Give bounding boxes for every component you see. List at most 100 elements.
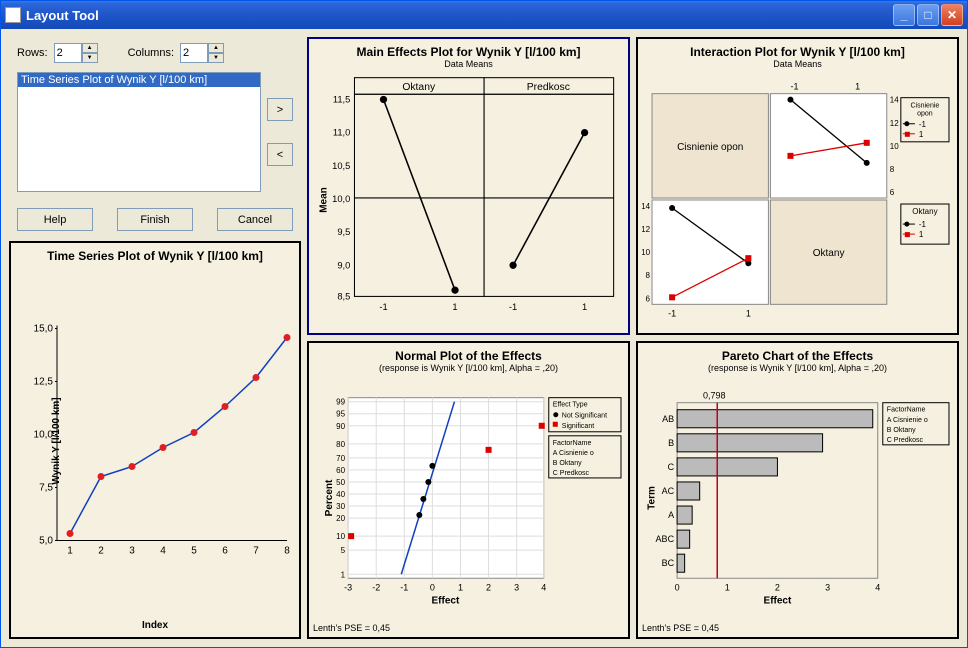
svg-text:C: C xyxy=(668,462,675,472)
svg-text:12: 12 xyxy=(890,119,899,128)
move-left-button[interactable]: < xyxy=(267,143,293,166)
pareto-chart[interactable]: Pareto Chart of the Effects (response is… xyxy=(636,341,959,639)
finish-button[interactable]: Finish xyxy=(117,208,193,231)
columns-control: Columns: ▲ ▼ xyxy=(128,43,224,63)
help-button[interactable]: Help xyxy=(17,208,93,231)
interaction-chart[interactable]: Interaction Plot for Wynik Y [l/100 km] … xyxy=(636,37,959,335)
window-title: Layout Tool xyxy=(26,8,99,23)
minimize-button[interactable]: _ xyxy=(893,4,915,26)
rows-control: Rows: ▲ ▼ xyxy=(17,43,98,63)
move-right-button[interactable]: > xyxy=(267,98,293,121)
svg-text:FactorName: FactorName xyxy=(887,407,926,414)
rows-label: Rows: xyxy=(17,47,48,59)
svg-text:B Oktany: B Oktany xyxy=(553,460,582,467)
svg-text:10: 10 xyxy=(336,532,345,541)
action-buttons: Help Finish Cancel xyxy=(9,198,301,235)
svg-text:AB: AB xyxy=(662,414,674,424)
svg-text:Effect Type: Effect Type xyxy=(553,402,588,409)
y-axis-label: Wynik Y [l/100 km] xyxy=(51,397,62,484)
cancel-button[interactable]: Cancel xyxy=(217,208,293,231)
svg-text:10,5: 10,5 xyxy=(332,161,350,171)
chart-footnote: Lenth's PSE = 0,45 xyxy=(642,621,953,633)
client-area: Rows: ▲ ▼ Columns: ▲ xyxy=(1,29,967,647)
chart-subtitle: Data Means xyxy=(313,59,624,69)
svg-text:BC: BC xyxy=(662,558,675,568)
svg-text:1: 1 xyxy=(919,130,924,139)
svg-text:99: 99 xyxy=(336,398,345,407)
list-item[interactable]: Time Series Plot of Wynik Y [l/100 km] xyxy=(18,73,260,87)
svg-text:A: A xyxy=(668,510,674,520)
svg-text:Effect: Effect xyxy=(764,595,792,606)
svg-text:Cisnienie: Cisnienie xyxy=(910,103,939,110)
y-axis-label: Term xyxy=(646,486,657,510)
pareto-svg: 0,798 xyxy=(642,375,953,621)
main-effects-chart[interactable]: Main Effects Plot for Wynik Y [l/100 km]… xyxy=(307,37,630,335)
svg-text:0: 0 xyxy=(675,582,680,592)
y-axis-label: Percent xyxy=(324,480,335,517)
svg-text:1: 1 xyxy=(919,230,924,239)
svg-text:6: 6 xyxy=(890,188,895,197)
chart-subtitle: Data Means xyxy=(642,59,953,69)
chart-title: Pareto Chart of the Effects xyxy=(642,349,953,363)
columns-down-button[interactable]: ▼ xyxy=(208,53,224,63)
titlebar[interactable]: Layout Tool _ □ ✕ xyxy=(1,1,967,29)
svg-text:10: 10 xyxy=(642,248,651,257)
svg-text:B: B xyxy=(668,438,674,448)
svg-text:12: 12 xyxy=(642,225,651,234)
svg-text:14: 14 xyxy=(642,202,651,211)
svg-text:3: 3 xyxy=(514,582,519,592)
columns-up-button[interactable]: ▲ xyxy=(208,43,224,53)
svg-text:2: 2 xyxy=(486,582,491,592)
svg-text:B Oktany: B Oktany xyxy=(887,427,916,434)
normal-plot-chart[interactable]: Normal Plot of the Effects (response is … xyxy=(307,341,630,639)
svg-text:10,0: 10,0 xyxy=(332,194,350,204)
svg-text:Oktany: Oktany xyxy=(912,207,937,216)
columns-label: Columns: xyxy=(128,47,174,59)
interaction-svg: -11 Cisnienie opon 14121086 xyxy=(642,71,953,329)
svg-text:5: 5 xyxy=(191,546,197,557)
svg-text:-1: -1 xyxy=(400,582,408,592)
chart-subtitle: (response is Wynik Y [l/100 km], Alpha =… xyxy=(313,363,624,373)
svg-text:7: 7 xyxy=(253,546,259,557)
chart-footnote: Lenth's PSE = 0,45 xyxy=(313,621,624,633)
svg-text:11,0: 11,0 xyxy=(333,128,350,138)
svg-text:14: 14 xyxy=(890,96,899,105)
svg-text:Oktany: Oktany xyxy=(813,248,845,259)
svg-text:opon: opon xyxy=(917,111,933,118)
svg-text:15,0: 15,0 xyxy=(34,324,54,335)
normal-plot-svg: 999590807060504030201051 -3-2-101234 xyxy=(313,375,624,621)
svg-text:2: 2 xyxy=(98,546,104,557)
svg-text:30: 30 xyxy=(336,502,345,511)
available-listbox[interactable]: Time Series Plot of Wynik Y [l/100 km] xyxy=(17,72,261,192)
rows-down-button[interactable]: ▼ xyxy=(82,53,98,63)
svg-text:1: 1 xyxy=(855,82,860,92)
svg-text:A Cisnienie o: A Cisnienie o xyxy=(887,417,928,424)
list-transfer: Time Series Plot of Wynik Y [l/100 km] >… xyxy=(9,72,301,192)
svg-text:-1: -1 xyxy=(379,302,387,312)
svg-text:11,5: 11,5 xyxy=(333,95,350,105)
chart-title: Time Series Plot of Wynik Y [l/100 km] xyxy=(15,249,295,263)
rows-input[interactable] xyxy=(54,43,82,63)
rows-up-button[interactable]: ▲ xyxy=(82,43,98,53)
svg-text:12,5: 12,5 xyxy=(34,377,54,388)
svg-text:4: 4 xyxy=(875,582,880,592)
svg-text:40: 40 xyxy=(336,490,345,499)
maximize-button[interactable]: □ xyxy=(917,4,939,26)
svg-text:4: 4 xyxy=(160,546,166,557)
svg-text:1: 1 xyxy=(582,302,587,312)
svg-text:8: 8 xyxy=(646,271,651,280)
y-axis-label: Mean xyxy=(318,187,329,213)
svg-text:90: 90 xyxy=(336,422,345,431)
svg-text:8: 8 xyxy=(890,165,895,174)
svg-text:-3: -3 xyxy=(344,582,352,592)
close-button[interactable]: ✕ xyxy=(941,4,963,26)
columns-input[interactable] xyxy=(180,43,208,63)
svg-text:9,5: 9,5 xyxy=(337,227,350,237)
svg-text:-1: -1 xyxy=(509,302,517,312)
svg-text:1: 1 xyxy=(67,546,73,557)
svg-text:FactorName: FactorName xyxy=(553,440,592,447)
svg-text:-2: -2 xyxy=(372,582,380,592)
app-icon xyxy=(5,7,21,23)
svg-text:1: 1 xyxy=(452,302,457,312)
svg-text:C Predkosc: C Predkosc xyxy=(887,437,924,444)
